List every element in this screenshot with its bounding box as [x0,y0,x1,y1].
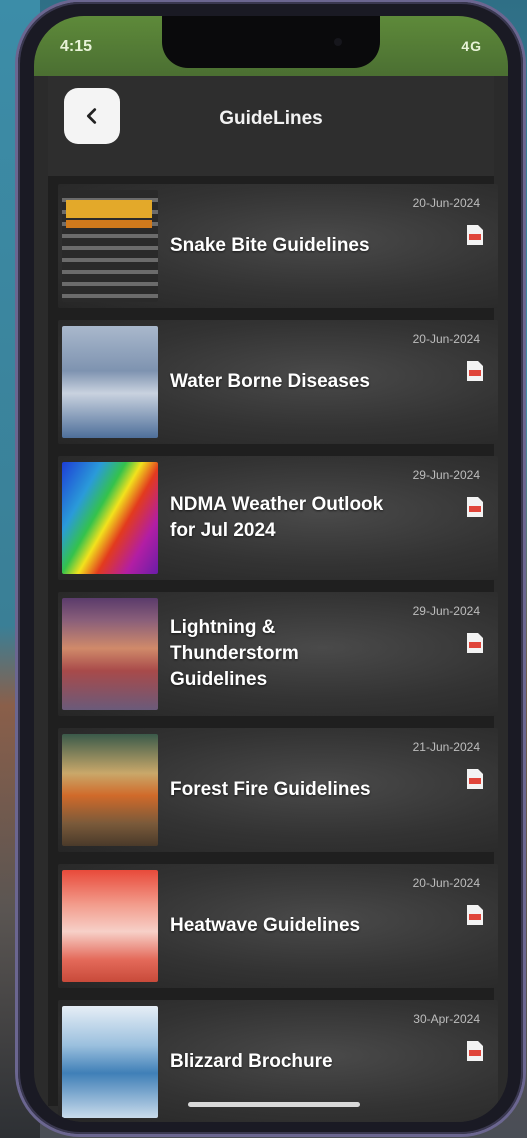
pdf-icon[interactable] [466,632,484,654]
guideline-date: 29-Jun-2024 [412,468,480,482]
list-item[interactable]: Snake Bite Guidelines 20-Jun-2024 [58,184,498,308]
pdf-icon[interactable] [466,768,484,790]
guideline-date: 30-Apr-2024 [413,1012,480,1026]
list-item[interactable]: NDMA Weather Outlook for Jul 2024 29-Jun… [58,456,498,580]
guideline-title: Forest Fire Guidelines [170,779,371,800]
guideline-thumbnail [62,598,158,710]
guideline-thumbnail [62,190,158,302]
guideline-thumbnail [62,1006,158,1118]
device-notch [162,16,380,68]
navigation-bar: GuideLines [48,76,494,176]
guideline-date: 20-Jun-2024 [412,332,480,346]
status-indicators: 4G [461,38,482,54]
pdf-icon[interactable] [466,1040,484,1062]
guideline-thumbnail [62,870,158,982]
guidelines-list[interactable]: Snake Bite Guidelines 20-Jun-2024 Water … [48,176,498,1122]
guideline-thumbnail [62,326,158,438]
list-item[interactable]: Heatwave Guidelines 20-Jun-2024 [58,864,498,988]
guideline-thumbnail [62,734,158,846]
app-screen: 4:15 4G GuideLines Snake Bite Guidelines… [34,16,508,1122]
list-item[interactable]: Lightning & Thunderstorm Guidelines 29-J… [58,592,498,716]
guideline-title: Snake Bite Guidelines [170,235,370,256]
list-item[interactable]: Forest Fire Guidelines 21-Jun-2024 [58,728,498,852]
list-item[interactable]: Water Borne Diseases 20-Jun-2024 [58,320,498,444]
guideline-title: Water Borne Diseases [170,371,370,392]
pdf-icon[interactable] [466,904,484,926]
pdf-icon[interactable] [466,360,484,382]
guideline-date: 21-Jun-2024 [412,740,480,754]
pdf-icon[interactable] [466,496,484,518]
guideline-date: 20-Jun-2024 [412,876,480,890]
status-time: 4:15 [60,38,93,55]
guideline-date: 20-Jun-2024 [412,196,480,210]
guideline-title: Heatwave Guidelines [170,915,361,936]
guideline-date: 29-Jun-2024 [412,604,480,618]
home-indicator[interactable] [188,1102,360,1107]
guideline-title: NDMA Weather Outlook for Jul 2024 [170,494,384,541]
camera-icon [334,38,342,46]
pdf-icon[interactable] [466,224,484,246]
guideline-thumbnail [62,462,158,574]
guideline-title: Lightning & Thunderstorm Guidelines [170,617,299,690]
page-title: GuideLines [219,108,323,129]
